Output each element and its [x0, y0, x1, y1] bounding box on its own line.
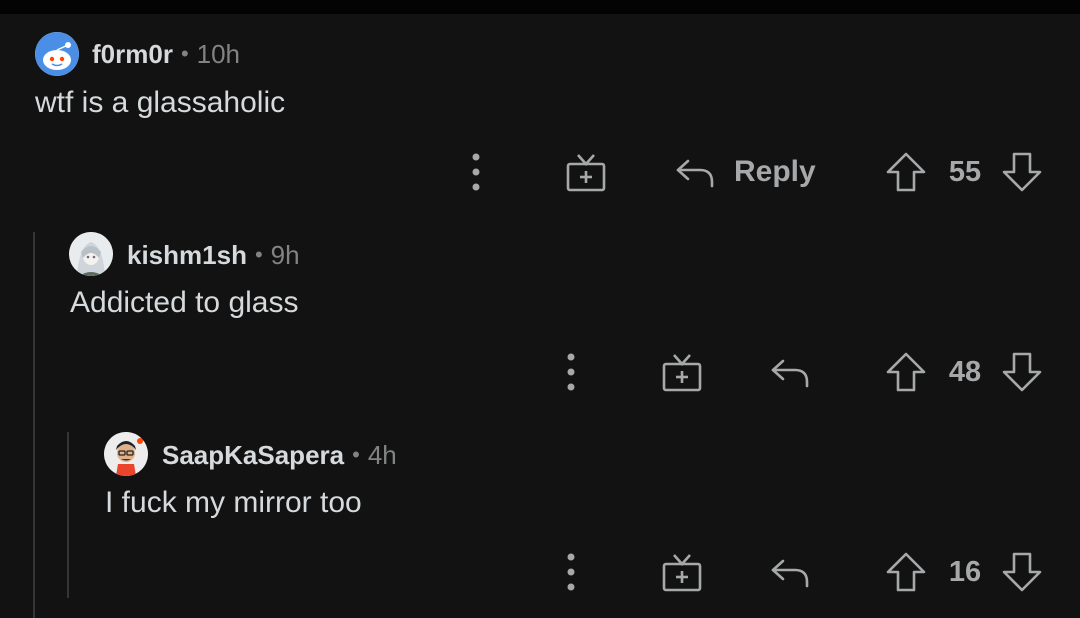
reply-button[interactable]: Reply — [674, 150, 816, 194]
downvote-arrow-icon — [1002, 552, 1042, 592]
more-options-button[interactable] — [559, 350, 583, 394]
downvote-button[interactable] — [1000, 150, 1044, 194]
downvote-button[interactable] — [1000, 350, 1044, 394]
gift-icon — [662, 554, 702, 592]
comment-meta: SaapKaSapera • 4h — [162, 433, 397, 477]
timestamp: 9h — [270, 239, 300, 270]
meta-separator: • — [352, 442, 360, 467]
timestamp: 4h — [367, 439, 397, 470]
more-vertical-icon — [567, 553, 575, 591]
comment-body: I fuck my mirror too — [105, 486, 362, 519]
award-button[interactable] — [660, 550, 704, 594]
comment-meta: f0rm0r • 10h — [92, 32, 240, 76]
vote-score: 55 — [948, 156, 982, 188]
snoo-avatar-icon[interactable] — [35, 32, 79, 76]
comment-body: Addicted to glass — [70, 286, 299, 319]
username[interactable]: kishm1sh — [127, 240, 247, 271]
award-button[interactable] — [564, 150, 608, 194]
comment-meta: kishm1sh • 9h — [127, 233, 300, 277]
vote-score: 48 — [948, 356, 982, 388]
gift-icon — [566, 154, 606, 192]
reply-button[interactable] — [769, 550, 813, 594]
reply-button[interactable] — [769, 350, 813, 394]
upvote-button[interactable] — [884, 350, 928, 394]
upvote-arrow-icon — [886, 552, 926, 592]
reply-arrow-icon — [676, 159, 714, 188]
vote-score: 16 — [948, 556, 982, 588]
downvote-arrow-icon — [1002, 152, 1042, 192]
more-vertical-icon — [472, 153, 480, 191]
upvote-arrow-icon — [886, 152, 926, 192]
upvote-button[interactable] — [884, 550, 928, 594]
meta-separator: • — [180, 41, 189, 66]
downvote-arrow-icon — [1002, 352, 1042, 392]
username[interactable]: SaapKaSapera — [162, 440, 344, 471]
more-options-button[interactable] — [559, 550, 583, 594]
reply-label: Reply — [734, 155, 816, 188]
meta-separator: • — [254, 242, 263, 267]
downvote-button[interactable] — [1000, 550, 1044, 594]
upvote-button[interactable] — [884, 150, 928, 194]
award-button[interactable] — [660, 350, 704, 394]
timestamp: 10h — [196, 38, 241, 69]
anime-avatar-icon[interactable] — [69, 232, 113, 276]
status-bar — [0, 0, 1080, 14]
reply-arrow-icon — [771, 559, 809, 588]
thread-line-level-2[interactable] — [67, 432, 69, 598]
comment-body: wtf is a glassaholic — [35, 86, 286, 119]
character-avatar-icon[interactable] — [104, 432, 148, 476]
reply-arrow-icon — [771, 359, 809, 388]
username[interactable]: f0rm0r — [92, 39, 173, 70]
thread-line-level-1[interactable] — [33, 232, 35, 618]
more-vertical-icon — [567, 353, 575, 391]
gift-icon — [662, 354, 702, 392]
upvote-arrow-icon — [886, 352, 926, 392]
more-options-button[interactable] — [464, 150, 488, 194]
